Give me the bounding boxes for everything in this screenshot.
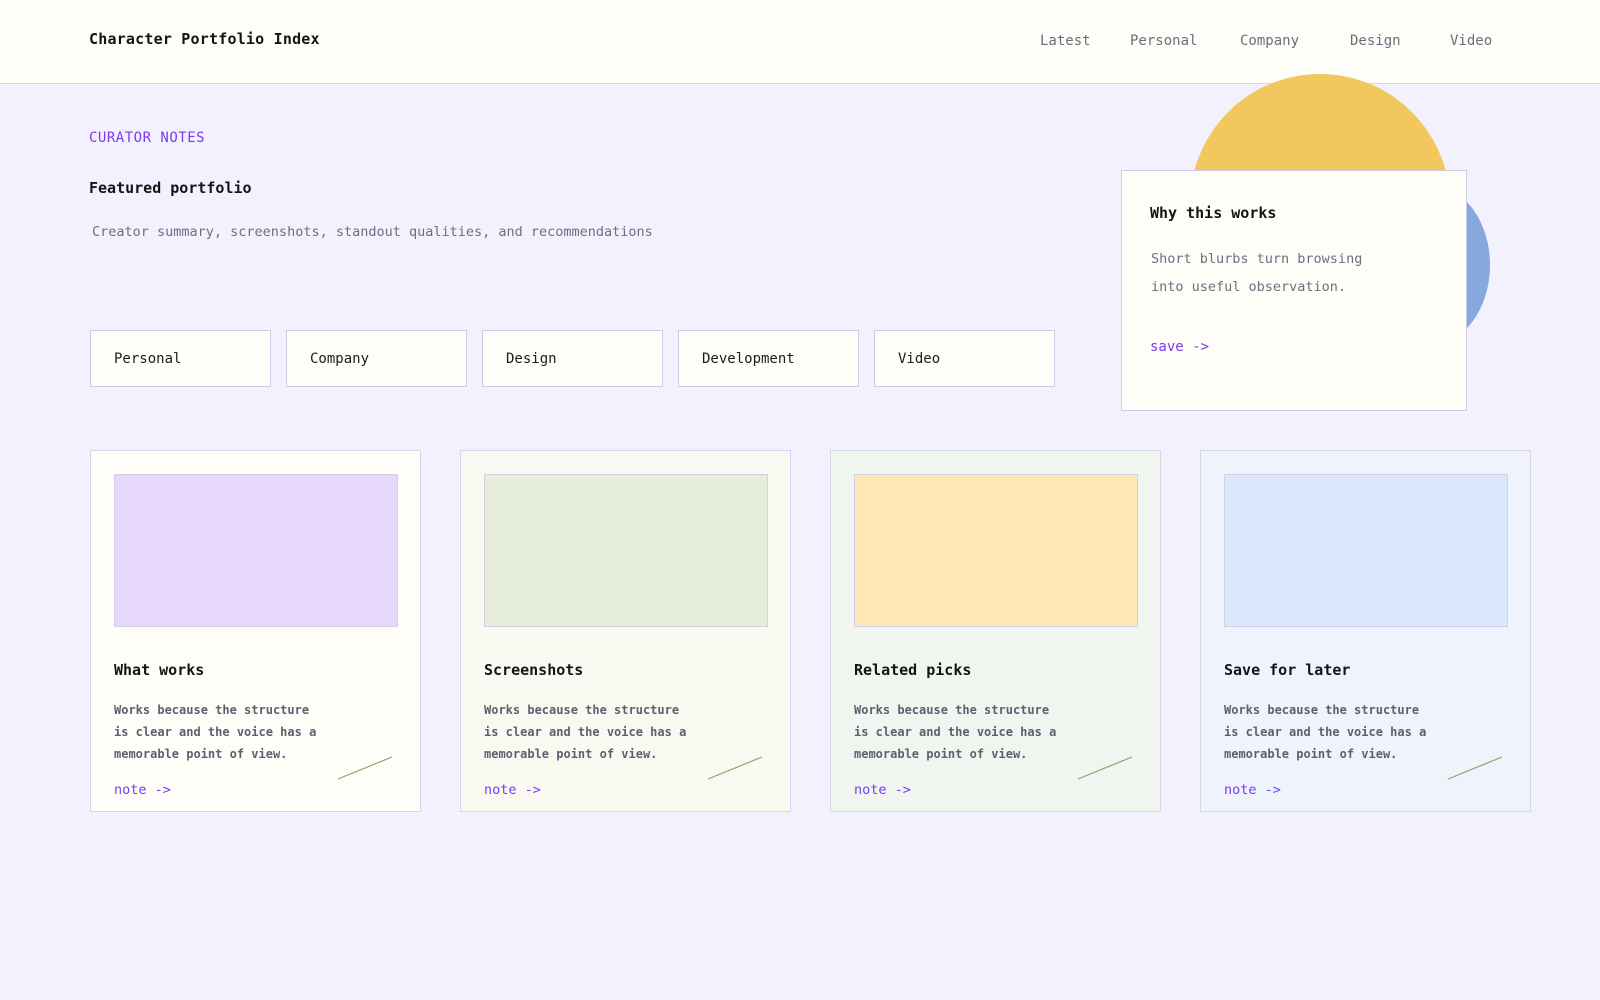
note-link[interactable]: note -> bbox=[484, 782, 541, 798]
panel-body: Short blurbs turn browsing into useful o… bbox=[1151, 251, 1363, 295]
card-body: Works because the structure is clear and… bbox=[484, 703, 687, 761]
squiggle-stroke bbox=[1077, 756, 1133, 780]
card-thumbnail bbox=[484, 474, 768, 627]
card-thumbnail bbox=[114, 474, 398, 627]
panel-title: Why this works bbox=[1150, 204, 1277, 222]
chip-development[interactable]: Development bbox=[678, 330, 859, 387]
squiggle-line-icon bbox=[1447, 756, 1503, 780]
top-bar: Character Portfolio Index Latest Persona… bbox=[0, 0, 1600, 84]
save-link[interactable]: save -> bbox=[1150, 339, 1209, 355]
squiggle-stroke bbox=[337, 756, 393, 780]
chip-personal[interactable]: Personal bbox=[90, 330, 271, 387]
squiggle-stroke bbox=[707, 756, 763, 780]
squiggle-line-icon bbox=[707, 756, 763, 780]
nav-video[interactable]: Video bbox=[1450, 33, 1492, 49]
chip-design[interactable]: Design bbox=[482, 330, 663, 387]
card-what-works[interactable]: What works Works because the structure i… bbox=[90, 450, 421, 812]
note-link[interactable]: note -> bbox=[1224, 782, 1281, 798]
card-title: Screenshots bbox=[484, 661, 584, 679]
card-body: Works because the structure is clear and… bbox=[854, 703, 1057, 761]
card-title: Related picks bbox=[854, 661, 972, 679]
site-brand[interactable]: Character Portfolio Index bbox=[89, 30, 320, 48]
card-body: Works because the structure is clear and… bbox=[1224, 703, 1427, 761]
squiggle-line-icon bbox=[1077, 756, 1133, 780]
nav-latest[interactable]: Latest bbox=[1040, 33, 1091, 49]
page-title: Featured portfolio bbox=[89, 179, 252, 197]
squiggle-line-icon bbox=[337, 756, 393, 780]
page-subtitle: Creator summary, screenshots, standout q… bbox=[92, 224, 653, 240]
note-link[interactable]: note -> bbox=[114, 782, 171, 798]
card-title: What works bbox=[114, 661, 205, 679]
card-related-picks[interactable]: Related picks Works because the structur… bbox=[830, 450, 1161, 812]
chip-video[interactable]: Video bbox=[874, 330, 1055, 387]
card-title: Save for later bbox=[1224, 661, 1351, 679]
nav-design[interactable]: Design bbox=[1350, 33, 1401, 49]
card-save-for-later[interactable]: Save for later Works because the structu… bbox=[1200, 450, 1531, 812]
nav-personal[interactable]: Personal bbox=[1130, 33, 1197, 49]
chip-company[interactable]: Company bbox=[286, 330, 467, 387]
note-link[interactable]: note -> bbox=[854, 782, 911, 798]
why-this-works-panel: Why this works Short blurbs turn browsin… bbox=[1121, 170, 1467, 411]
section-eyebrow: CURATOR NOTES bbox=[89, 130, 206, 146]
squiggle-stroke bbox=[1447, 756, 1503, 780]
card-screenshots[interactable]: Screenshots Works because the structure … bbox=[460, 450, 791, 812]
card-thumbnail bbox=[1224, 474, 1508, 627]
nav-company[interactable]: Company bbox=[1240, 33, 1299, 49]
card-body: Works because the structure is clear and… bbox=[114, 703, 317, 761]
card-thumbnail bbox=[854, 474, 1138, 627]
